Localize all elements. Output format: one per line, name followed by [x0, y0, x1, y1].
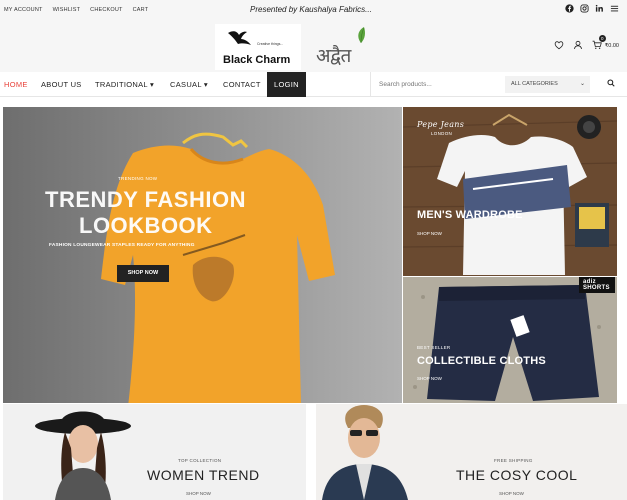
nav-casual[interactable]: CASUAL ▾ [170, 72, 208, 97]
women-trend-banner[interactable]: TOP COLLECTION WOMEN TREND SHOP NOW [3, 404, 306, 500]
adwait-wordmark: अद्वैत [316, 45, 351, 67]
main-nav: HOME ABOUT US TRADITIONAL ▾ CASUAL ▾ CON… [0, 72, 627, 97]
cart-link[interactable]: CART [133, 7, 149, 13]
facebook-icon[interactable] [565, 4, 574, 13]
black-charm-logo[interactable]: Creative things... Black Charm [215, 24, 301, 70]
cart-total: ₹0.00 [604, 43, 619, 49]
pepe-jeans-logo: Pepe Jeans [417, 120, 465, 129]
women-trend-title: WOMEN TREND [147, 467, 260, 483]
category-select[interactable]: ALL CATEGORIES ⌄ [505, 76, 590, 93]
hero-copy: TRENDING NOW TRENDY FASHION LOOKBOOK FAS… [3, 107, 283, 403]
user-icon[interactable] [573, 40, 583, 52]
cosy-cool-banner[interactable]: FREE SHIPPING THE COSY COOL SHOP NOW [316, 404, 627, 500]
search-button[interactable] [605, 77, 617, 92]
best-seller-kicker: BEST SELLER [417, 345, 451, 350]
checkout-link[interactable]: CHECKOUT [90, 7, 122, 13]
adiz-shorts-badge: adiz SHORTS [583, 279, 610, 291]
category-select-value: ALL CATEGORIES [511, 81, 558, 87]
nav-home[interactable]: HOME [4, 72, 28, 97]
cosy-cool-title: THE COSY COOL [456, 467, 578, 483]
hero-subtitle: FASHION LOUNGEWEAR STAPLES READY FOR ANY… [49, 243, 195, 248]
cosy-cool-kicker: FREE SHIPPING [494, 458, 533, 463]
search-bar: ALL CATEGORIES ⌄ [370, 72, 627, 97]
collectible-cloths-title: COLLECTIBLE CLOTHS [417, 355, 546, 367]
search-icon [607, 79, 615, 87]
wishlist-link[interactable]: WISHLIST [53, 7, 81, 13]
menu-icon[interactable] [610, 4, 619, 13]
adwait-logo[interactable]: अद्वैत [313, 27, 408, 68]
nav-login[interactable]: LOGIN [267, 72, 306, 97]
hero-shop-now-button[interactable]: SHOP NOW [117, 265, 169, 282]
shorts-image [403, 277, 617, 403]
woman-model-image [35, 411, 131, 500]
header-actions: 0 ₹0.00 [554, 35, 619, 52]
hero-kicker: TRENDING NOW [118, 176, 158, 181]
hero-banner[interactable]: TRENDING NOW TRENDY FASHION LOOKBOOK FAS… [3, 107, 402, 403]
mens-shop-now-link[interactable]: SHOP NOW [417, 231, 442, 236]
chevron-down-icon: ⌄ [579, 81, 585, 87]
man-model-image [322, 405, 408, 500]
site-header: Creative things... Black Charm अद्वैत 0 … [0, 22, 627, 72]
account-links: MY ACCOUNT WISHLIST CHECKOUT CART [4, 7, 148, 13]
mens-wardrobe-tile[interactable]: Pepe Jeans LONDON MEN'S WARDROBE SHOP NO… [403, 107, 617, 276]
tagline: Presented by Kaushalya Fabrics... [250, 5, 372, 14]
pepe-jeans-logo-sub: LONDON [431, 131, 453, 136]
search-input[interactable] [379, 77, 499, 92]
black-charm-name: Black Charm [223, 54, 291, 66]
wishlist-heart-icon[interactable] [554, 40, 564, 52]
hero-title-line1: TRENDY FASHION [45, 187, 246, 212]
bird-logo-icon [228, 31, 251, 45]
cart-button[interactable]: 0 [592, 35, 606, 52]
nav-contact[interactable]: CONTACT [223, 72, 261, 97]
mens-wardrobe-title: MEN'S WARDROBE [417, 209, 523, 221]
linkedin-icon[interactable] [595, 4, 604, 13]
top-bar: MY ACCOUNT WISHLIST CHECKOUT CART Presen… [0, 0, 627, 22]
nav-about-us[interactable]: ABOUT US [41, 72, 82, 97]
black-charm-tagline: Creative things... [257, 42, 284, 46]
social-links [565, 4, 619, 13]
hero-title-line2: LOOKBOOK [79, 213, 213, 238]
cosy-cool-shop-now-link[interactable]: SHOP NOW [499, 491, 524, 496]
leaf-icon [358, 27, 365, 44]
women-trend-kicker: TOP COLLECTION [178, 458, 222, 463]
nav-traditional[interactable]: TRADITIONAL ▾ [95, 72, 154, 97]
cart-count-badge: 0 [598, 35, 606, 42]
my-account-link[interactable]: MY ACCOUNT [4, 7, 43, 13]
collectible-cloths-tile[interactable]: adiz SHORTS BEST SELLER COLLECTIBLE CLOT… [403, 277, 617, 403]
cloths-shop-now-link[interactable]: SHOP NOW [417, 376, 442, 381]
women-trend-shop-now-link[interactable]: SHOP NOW [186, 491, 211, 496]
instagram-icon[interactable] [580, 4, 589, 13]
